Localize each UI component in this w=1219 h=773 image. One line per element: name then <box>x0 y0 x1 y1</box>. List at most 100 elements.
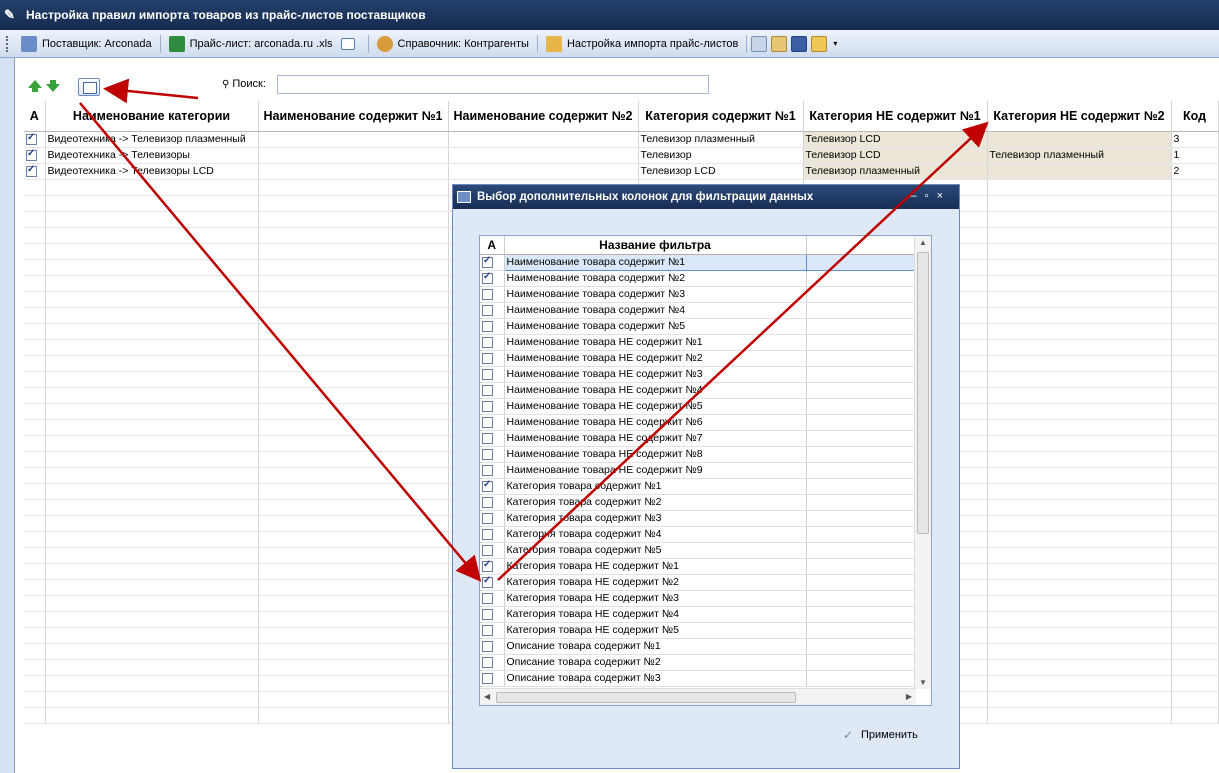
filter-row[interactable]: Наименование товара НЕ содержит №9 <box>480 462 917 479</box>
col-category-contains-1[interactable]: Категория содержит №1 <box>638 101 804 132</box>
import-settings-button[interactable]: Настройка импорта прайс-листов <box>540 33 744 55</box>
checkbox[interactable] <box>482 464 493 476</box>
checkbox[interactable] <box>482 320 493 332</box>
filter-checkbox-cell[interactable] <box>480 414 505 431</box>
cell-nc2[interactable]: Телевизор плазменный <box>987 147 1172 164</box>
filter-checkbox-cell[interactable] <box>480 542 505 559</box>
filter-checkbox-cell[interactable] <box>480 446 505 463</box>
filter-checkbox-cell[interactable] <box>480 366 505 383</box>
filter-checkbox-cell[interactable] <box>480 654 505 671</box>
checkbox[interactable] <box>482 575 493 588</box>
filter-row[interactable]: Наименование товара НЕ содержит №3 <box>480 366 917 383</box>
filter-checkbox-cell[interactable] <box>480 302 505 319</box>
filter-name[interactable]: Категория товара НЕ содержит №2 <box>504 574 807 591</box>
filter-row[interactable]: Наименование товара содержит №2 <box>480 270 917 287</box>
cell-nc1[interactable]: Телевизор плазменный <box>803 163 988 180</box>
pricelist-button[interactable]: Прайс-лист: arconada.ru .xls <box>163 33 366 55</box>
checkbox[interactable] <box>482 288 493 300</box>
checkbox[interactable] <box>482 416 493 428</box>
filter-row[interactable]: Категория товара содержит №2 <box>480 494 917 511</box>
filter-checkbox-cell[interactable] <box>480 606 505 623</box>
open-folder-icon[interactable] <box>811 35 828 52</box>
cell-n2[interactable] <box>448 131 639 148</box>
search-input[interactable] <box>277 75 709 94</box>
checkbox[interactable] <box>482 255 493 268</box>
checkbox[interactable] <box>482 656 493 668</box>
minimize-icon[interactable]: – <box>911 190 925 202</box>
col-name-contains-1[interactable]: Наименование содержит №1 <box>258 101 449 132</box>
filter-name[interactable]: Описание товара содержит №1 <box>504 638 807 655</box>
checkbox[interactable] <box>482 368 493 380</box>
filter-checkbox-cell[interactable] <box>480 270 505 287</box>
checkbox[interactable] <box>26 132 37 145</box>
maximize-icon[interactable]: ▫ <box>925 190 937 202</box>
apply-button[interactable]: ✓ Применить <box>843 728 918 742</box>
filter-name[interactable]: Категория товара содержит №1 <box>504 478 807 495</box>
filter-checkbox-cell[interactable] <box>480 462 505 479</box>
toolbar-overflow-icon[interactable]: ▾ <box>833 39 837 48</box>
filter-vertical-scrollbar[interactable]: ▲ ▼ <box>914 236 931 689</box>
col-code[interactable]: Код <box>1171 101 1219 132</box>
checkbox[interactable] <box>482 512 493 524</box>
filter-row[interactable]: Наименование товара содержит №4 <box>480 302 917 319</box>
cell-n1[interactable] <box>258 131 449 148</box>
filter-checkbox-cell[interactable] <box>480 286 505 303</box>
cell-n2[interactable] <box>448 147 639 164</box>
col-name-contains-2[interactable]: Наименование содержит №2 <box>448 101 639 132</box>
filter-row[interactable]: Описание товара содержит №3 <box>480 670 917 687</box>
col-category-name[interactable]: Наименование категории <box>45 101 259 132</box>
filter-name[interactable]: Наименование товара содержит №4 <box>504 302 807 319</box>
directory-button[interactable]: Справочник: Контрагенты <box>371 33 535 55</box>
filter-row[interactable]: Наименование товара содержит №3 <box>480 286 917 303</box>
save-icon[interactable] <box>791 35 808 52</box>
paste-icon[interactable] <box>771 35 788 52</box>
filter-checkbox-cell[interactable] <box>480 670 505 687</box>
filter-name[interactable]: Наименование товара содержит №3 <box>504 286 807 303</box>
filter-name[interactable]: Категория товара НЕ содержит №4 <box>504 606 807 623</box>
filter-name[interactable]: Категория товара содержит №3 <box>504 510 807 527</box>
cell-nc1[interactable]: Телевизор LCD <box>803 147 988 164</box>
filter-name[interactable]: Наименование товара НЕ содержит №6 <box>504 414 807 431</box>
cell-n1[interactable] <box>258 163 449 180</box>
choose-columns-button[interactable] <box>78 78 100 96</box>
filter-row[interactable]: Категория товара содержит №3 <box>480 510 917 527</box>
checkbox[interactable] <box>482 384 493 396</box>
checkbox[interactable] <box>482 528 493 540</box>
checkbox[interactable] <box>482 592 493 604</box>
cell-c1[interactable]: Телевизор LCD <box>638 163 804 180</box>
filter-row[interactable]: Наименование товара содержит №5 <box>480 318 917 335</box>
checkbox[interactable] <box>482 479 493 492</box>
cell-code[interactable]: 2 <box>1171 163 1219 180</box>
close-icon[interactable]: × <box>937 190 951 202</box>
filter-name[interactable]: Наименование товара НЕ содержит №1 <box>504 334 807 351</box>
checkbox[interactable] <box>482 352 493 364</box>
row-checkbox[interactable] <box>24 147 46 164</box>
cell-nc2[interactable] <box>987 163 1172 180</box>
filter-checkbox-cell[interactable] <box>480 622 505 639</box>
filter-checkbox-cell[interactable] <box>480 494 505 511</box>
filter-name[interactable]: Категория товара содержит №5 <box>504 542 807 559</box>
row-checkbox[interactable] <box>24 131 46 148</box>
checkbox[interactable] <box>482 304 493 316</box>
cell-n1[interactable] <box>258 147 449 164</box>
filter-name[interactable]: Наименование товара НЕ содержит №7 <box>504 430 807 447</box>
filter-name[interactable]: Наименование товара НЕ содержит №5 <box>504 398 807 415</box>
checkbox[interactable] <box>482 496 493 508</box>
table-row[interactable]: Видеотехника -> ТелевизорыТелевизорТелев… <box>24 147 1219 164</box>
filter-row[interactable]: Наименование товара НЕ содержит №1 <box>480 334 917 351</box>
filter-checkbox-cell[interactable] <box>480 558 505 575</box>
filter-checkbox-cell[interactable] <box>480 382 505 399</box>
cell-name[interactable]: Видеотехника -> Телевизоры <box>45 147 259 164</box>
filter-col-active[interactable]: А <box>480 236 505 255</box>
checkbox[interactable] <box>26 148 37 161</box>
filter-name[interactable]: Наименование товара содержит №1 <box>503 253 807 271</box>
filter-name[interactable]: Описание товара содержит №2 <box>504 654 807 671</box>
scroll-up-icon[interactable]: ▲ <box>919 238 927 247</box>
h-scroll-thumb[interactable] <box>496 692 796 703</box>
col-active[interactable]: А <box>24 101 46 132</box>
filter-checkbox-cell[interactable] <box>480 398 505 415</box>
filter-col-name[interactable]: Название фильтра <box>504 236 807 255</box>
filter-row[interactable]: Наименование товара НЕ содержит №4 <box>480 382 917 399</box>
checkbox[interactable] <box>482 559 493 572</box>
checkbox[interactable] <box>482 608 493 620</box>
